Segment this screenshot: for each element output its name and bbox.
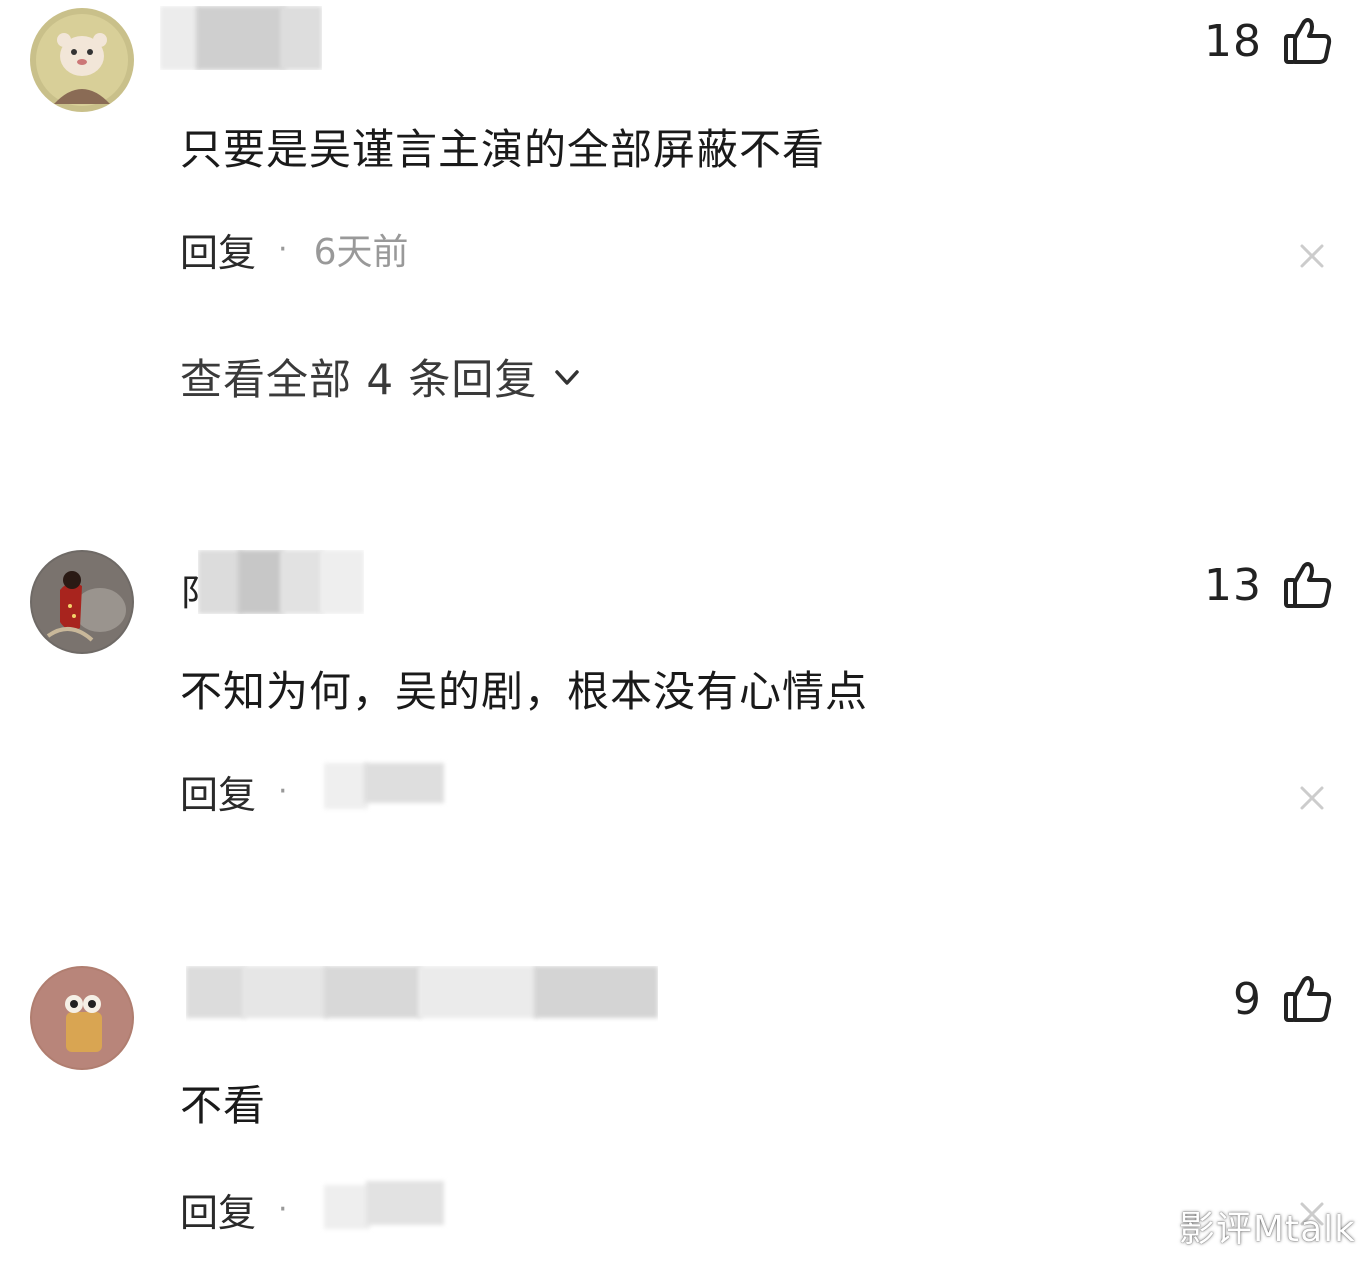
- comment-actions: 回复 · 6天前: [180, 222, 409, 277]
- username-blurred: [198, 550, 364, 614]
- username-blurred: [160, 6, 322, 70]
- chevron-down-icon: [549, 359, 585, 395]
- comment-actions: 回复 ·: [180, 1181, 444, 1237]
- avatar[interactable]: [30, 8, 134, 112]
- comment-time-blurred: [323, 1181, 444, 1237]
- reply-button[interactable]: 回复: [180, 1182, 256, 1237]
- comment-text: 只要是吴谨言主演的全部屏蔽不看: [180, 125, 826, 174]
- username-blurred: [186, 966, 658, 1022]
- comment-time: 6天前: [313, 232, 409, 273]
- thumbs-up-icon[interactable]: [1280, 14, 1334, 68]
- avatar[interactable]: [30, 966, 134, 1070]
- comment-time-blurred: [323, 763, 444, 819]
- separator-dot: ·: [278, 231, 288, 267]
- watermark: 影评Mtalk: [1178, 1209, 1356, 1250]
- comment-text: 不知为何，吴的剧，根本没有心情点: [180, 667, 869, 716]
- thumbs-up-icon[interactable]: [1280, 558, 1334, 612]
- view-all-replies-button[interactable]: 查看全部 4 条回复: [180, 346, 585, 407]
- thumbs-up-icon[interactable]: [1280, 972, 1334, 1026]
- close-icon[interactable]: [1294, 238, 1330, 274]
- comment-actions: 回复 ·: [180, 763, 444, 819]
- like-group[interactable]: 9: [1233, 972, 1334, 1026]
- like-group[interactable]: 13: [1204, 558, 1334, 612]
- like-group[interactable]: 18: [1204, 14, 1334, 68]
- view-replies-label: 查看全部 4 条回复: [180, 355, 538, 404]
- separator-dot: ·: [278, 773, 288, 809]
- like-count: 13: [1204, 559, 1262, 611]
- reply-button[interactable]: 回复: [180, 764, 256, 819]
- comment-text: 不看: [180, 1081, 267, 1130]
- like-count: 18: [1204, 15, 1262, 67]
- reply-button[interactable]: 回复: [180, 222, 256, 277]
- avatar[interactable]: [30, 550, 134, 654]
- close-icon[interactable]: [1294, 780, 1330, 816]
- like-count: 9: [1233, 973, 1262, 1025]
- separator-dot: ·: [278, 1191, 288, 1227]
